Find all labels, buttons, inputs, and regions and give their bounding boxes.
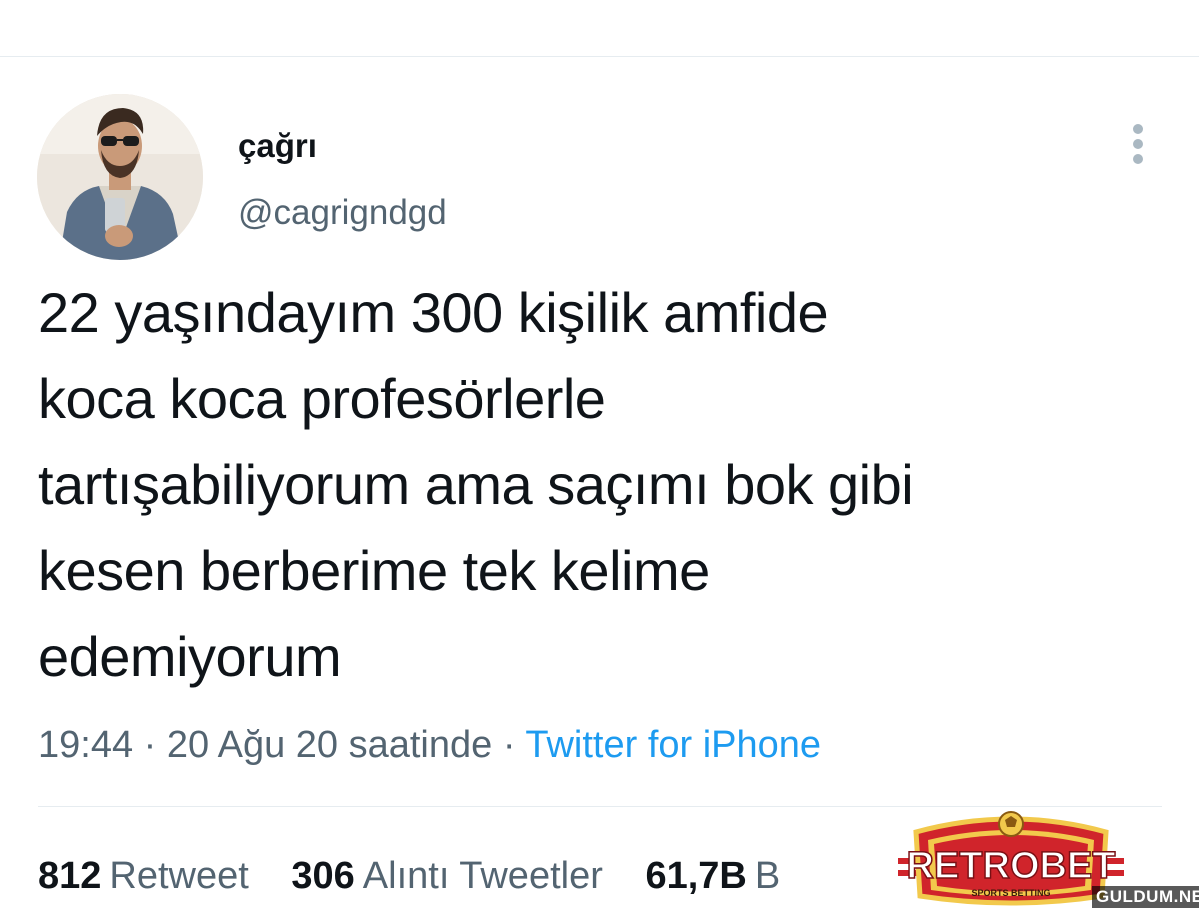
tweet-text-line: tartışabiliyorum ama saçımı bok gibi — [38, 453, 914, 516]
tweet-text-line: koca koca profesörlerle — [38, 367, 606, 430]
quote-tweets-label: Alıntı Tweetler — [362, 855, 603, 897]
retrobet-logo-graphic: RETROBET SPORTS BETTING — [898, 811, 1124, 906]
retweets-count: 812 — [38, 855, 102, 897]
more-vertical-icon-dot — [1133, 139, 1143, 149]
retweets-label: Retweet — [109, 855, 249, 897]
more-vertical-icon — [1133, 124, 1143, 134]
likes-count: 61,7B — [645, 855, 747, 897]
avatar[interactable] — [37, 94, 203, 260]
meta-separator: · — [502, 724, 516, 766]
more-vertical-icon-dot — [1133, 154, 1143, 164]
tweet-meta: 19:44 · 20 Ağu 20 saatinde · Twitter for… — [38, 722, 821, 768]
tweet-source-link[interactable]: Twitter for iPhone — [525, 724, 821, 766]
avatar-photo — [37, 94, 203, 260]
tweet-text-line: 22 yaşındayım 300 kişilik amfide — [38, 281, 829, 344]
watermark: GULDUM.NET — [1092, 886, 1199, 908]
more-options-button[interactable] — [1122, 120, 1154, 168]
logo-subtext: SPORTS BETTING — [971, 888, 1050, 898]
likes-label: B — [754, 855, 781, 897]
likes-stat[interactable]: 61,7B B — [645, 855, 780, 897]
retrobet-logo: RETROBET SPORTS BETTING — [898, 810, 1124, 910]
stats-divider — [38, 806, 1162, 807]
meta-separator: · — [143, 724, 157, 766]
quote-tweets-count: 306 — [291, 855, 355, 897]
top-divider — [0, 56, 1199, 57]
quote-tweets-stat[interactable]: 306 Alıntı Tweetler — [291, 855, 603, 897]
retweets-stat[interactable]: 812 Retweet — [38, 855, 249, 897]
tweet-page: çağrı @cagrigndgd 22 yaşındayım 300 kişi… — [0, 0, 1199, 911]
tweet-date[interactable]: 20 Ağu 20 saatinde — [167, 724, 492, 766]
display-name[interactable]: çağrı — [238, 126, 317, 166]
tweet-text-line: edemiyorum — [38, 625, 342, 688]
tweet-text-line: kesen berberime tek kelime — [38, 539, 710, 602]
tweet-stats: 812 Retweet 306 Alıntı Tweetler 61,7B B — [38, 853, 812, 899]
logo-text: RETROBET — [907, 845, 1116, 887]
tweet-time[interactable]: 19:44 — [38, 724, 133, 766]
tweet-text: 22 yaşındayım 300 kişilik amfide koca ko… — [38, 270, 1158, 700]
user-handle[interactable]: @cagrigndgd — [238, 192, 447, 234]
